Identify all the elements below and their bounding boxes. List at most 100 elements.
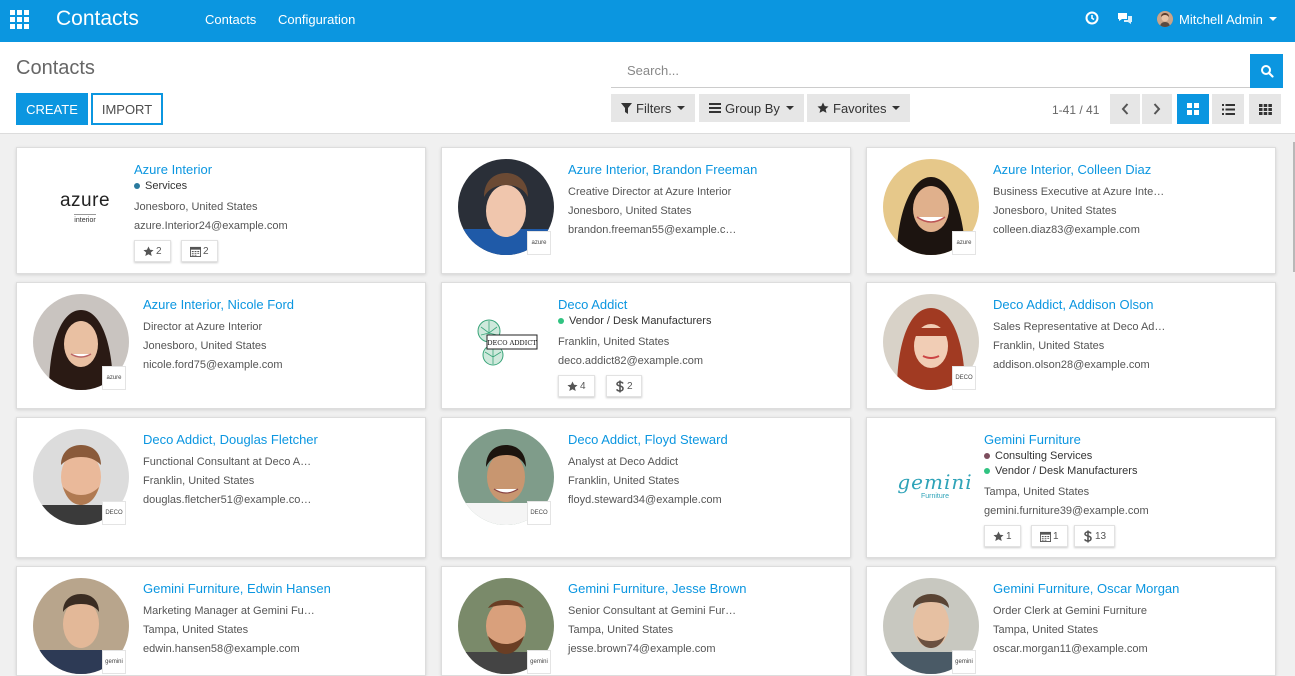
chevron-down-icon xyxy=(785,106,794,110)
company-logo: azure interior xyxy=(59,189,111,224)
search-input[interactable] xyxy=(611,54,1251,88)
chat-icon[interactable] xyxy=(1117,11,1133,27)
contact-name[interactable]: Gemini Furniture xyxy=(984,432,1081,447)
favorites-label: Favorites xyxy=(833,100,887,116)
contact-name[interactable]: Azure Interior, Brandon Freeman xyxy=(568,162,757,177)
contact-name[interactable]: Azure Interior, Colleen Diaz xyxy=(993,162,1151,177)
category-tag: Vendor / Desk Manufacturers xyxy=(984,465,1137,477)
contact-function: Functional Consultant at Deco A… xyxy=(143,456,312,468)
contact-function: Sales Representative at Deco Ad… xyxy=(993,321,1166,333)
contact-card[interactable]: DECO Deco Addict, Floyd Steward Analyst … xyxy=(441,417,851,558)
contact-name[interactable]: Azure Interior, Nicole Ford xyxy=(143,297,294,312)
contact-name[interactable]: Deco Addict, Floyd Steward xyxy=(568,432,728,447)
star-icon xyxy=(143,245,154,256)
list-view-button[interactable] xyxy=(1212,94,1244,124)
favorites-dropdown[interactable]: Favorites xyxy=(807,94,911,122)
contact-location: Tampa, United States xyxy=(568,624,674,636)
menu-contacts[interactable]: Contacts xyxy=(205,12,256,27)
company-badge-icon: azure xyxy=(102,366,126,390)
contact-card[interactable]: azure Azure Interior, Brandon Freeman Cr… xyxy=(441,147,851,274)
contact-card[interactable]: azure interior Azure Interior Services J… xyxy=(16,147,426,274)
contact-email: brandon.freeman55@example.c… xyxy=(568,224,737,236)
list-bars-icon xyxy=(709,103,721,113)
pager-previous-button[interactable] xyxy=(1110,94,1140,124)
create-button[interactable]: Create xyxy=(16,93,88,125)
apps-icon[interactable] xyxy=(10,10,30,30)
clock-icon[interactable] xyxy=(1085,11,1101,27)
pager-next-button[interactable] xyxy=(1142,94,1172,124)
contact-card[interactable]: DECO ADDICT Deco Addict Vendor / Desk Ma… xyxy=(441,282,851,409)
groupby-dropdown[interactable]: Group By xyxy=(699,94,804,122)
contact-location: Jonesboro, United States xyxy=(568,205,692,217)
contact-function: Order Clerk at Gemini Furniture xyxy=(993,605,1148,617)
contact-email: addison.olson28@example.com xyxy=(993,359,1150,371)
app-title: Contacts xyxy=(56,7,139,30)
contact-email: deco.addict82@example.com xyxy=(558,355,704,367)
contact-email: floyd.steward34@example.com xyxy=(568,494,722,506)
contact-name[interactable]: Gemini Furniture, Jesse Brown xyxy=(568,581,746,596)
contact-location: Franklin, United States xyxy=(558,336,670,348)
user-menu[interactable]: Mitchell Admin xyxy=(1157,9,1277,29)
meetings-badge[interactable]: 1 xyxy=(1031,525,1068,547)
contact-location: Jonesboro, United States xyxy=(993,205,1117,217)
avatar xyxy=(1157,11,1173,27)
search-icon[interactable] xyxy=(1250,54,1283,88)
calendar-icon xyxy=(1040,531,1051,542)
user-name: Mitchell Admin xyxy=(1179,11,1263,27)
kanban-view-button[interactable] xyxy=(1177,94,1209,124)
contact-location: Franklin, United States xyxy=(568,475,680,487)
company-badge-icon: gemini xyxy=(952,650,976,674)
category-tag: Consulting Services xyxy=(984,450,1092,462)
contact-card[interactable]: DECO Deco Addict, Douglas Fletcher Funct… xyxy=(16,417,426,558)
chevron-right-icon xyxy=(1153,103,1161,115)
favorites-badge[interactable]: 1 xyxy=(984,525,1021,547)
groupby-label: Group By xyxy=(725,100,780,116)
dollar-icon xyxy=(1083,530,1092,542)
invoices-badge[interactable]: 13 xyxy=(1074,525,1116,547)
contact-name[interactable]: Deco Addict, Douglas Fletcher xyxy=(143,432,318,447)
contact-location: Franklin, United States xyxy=(993,340,1105,352)
kanban-icon xyxy=(1187,103,1199,115)
contact-name[interactable]: Gemini Furniture, Edwin Hansen xyxy=(143,581,331,596)
contact-location: Tampa, United States xyxy=(993,624,1099,636)
contact-name[interactable]: Gemini Furniture, Oscar Morgan xyxy=(993,581,1179,596)
favorites-badge[interactable]: 4 xyxy=(558,375,595,397)
filters-dropdown[interactable]: Filters xyxy=(611,94,696,122)
star-icon xyxy=(567,380,578,391)
contact-card[interactable]: gemini Gemini Furniture, Edwin Hansen Ma… xyxy=(16,566,426,676)
contact-email: douglas.fletcher51@example.co… xyxy=(143,494,312,506)
contact-name[interactable]: Deco Addict xyxy=(558,297,627,312)
contact-function: Senior Consultant at Gemini Fur… xyxy=(568,605,737,617)
chevron-left-icon xyxy=(1121,103,1129,115)
contact-email: azure.Interior24@example.com xyxy=(134,220,288,232)
invoices-badge[interactable]: 2 xyxy=(606,375,642,397)
contact-card[interactable]: gemini Gemini Furniture, Oscar Morgan Or… xyxy=(866,566,1276,676)
menu-configuration[interactable]: Configuration xyxy=(278,12,355,27)
company-logo: gemini Furniture xyxy=(897,470,973,500)
chevron-down-icon xyxy=(1268,17,1277,21)
contact-email: jesse.brown74@example.com xyxy=(568,643,716,655)
contact-card[interactable]: azure Azure Interior, Colleen Diaz Busin… xyxy=(866,147,1276,274)
star-icon xyxy=(817,102,829,113)
contact-card[interactable]: gemini Gemini Furniture, Jesse Brown Sen… xyxy=(441,566,851,676)
company-badge-icon: azure xyxy=(952,231,976,255)
pager-value[interactable]: 1-41 / 41 xyxy=(1052,103,1099,117)
contact-email: edwin.hansen58@example.com xyxy=(143,643,300,655)
contact-card[interactable]: azure Azure Interior, Nicole Ford Direct… xyxy=(16,282,426,409)
company-logo: DECO ADDICT xyxy=(460,293,560,393)
contact-function: Creative Director at Azure Interior xyxy=(568,186,732,198)
company-badge-icon: DECO xyxy=(952,366,976,390)
meetings-badge[interactable]: 2 xyxy=(181,240,218,262)
contact-card[interactable]: gemini Furniture Gemini Furniture Consul… xyxy=(866,417,1276,558)
grid-view-button[interactable] xyxy=(1249,94,1281,124)
chevron-down-icon xyxy=(892,106,901,110)
contact-name[interactable]: Deco Addict, Addison Olson xyxy=(993,297,1153,312)
star-icon xyxy=(993,530,1004,541)
contact-location: Tampa, United States xyxy=(143,624,249,636)
contact-card[interactable]: DECO Deco Addict, Addison Olson Sales Re… xyxy=(866,282,1276,409)
import-button[interactable]: Import xyxy=(91,93,163,125)
contact-name[interactable]: Azure Interior xyxy=(134,162,212,177)
list-icon xyxy=(1221,103,1235,115)
top-navbar: Contacts Contacts Configuration Mitchell… xyxy=(0,0,1295,42)
favorites-badge[interactable]: 2 xyxy=(134,240,171,262)
